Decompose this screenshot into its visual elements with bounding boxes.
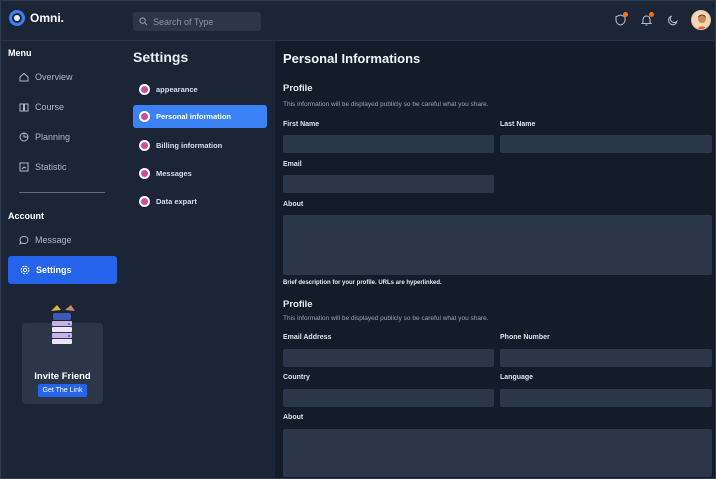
search-input[interactable] — [153, 16, 253, 27]
sidebar-item-message[interactable]: Message — [19, 233, 72, 247]
settings-item-label: Data expart — [156, 197, 197, 206]
language-label: Language — [500, 374, 534, 381]
about-textarea[interactable] — [283, 215, 712, 275]
sidebar-item-label: Statistic — [35, 162, 67, 172]
notification-dot — [623, 12, 628, 17]
profile-description: This information will be displayed publi… — [283, 101, 489, 108]
book-icon — [19, 103, 29, 112]
phone-number-label: Phone Number — [500, 334, 550, 341]
settings-item-label: Billing information — [156, 141, 223, 150]
gear-icon — [20, 265, 30, 275]
search-icon — [139, 17, 148, 26]
about-label: About — [283, 201, 304, 208]
sidebar: Menu Overview Course Planning Statistic … — [1, 41, 123, 478]
sidebar-item-label: Overview — [35, 72, 73, 82]
chart-icon — [19, 162, 29, 172]
about-textarea-2[interactable] — [283, 429, 712, 477]
sidebar-item-course[interactable]: Course — [19, 100, 64, 114]
settings-item-icon — [139, 84, 150, 95]
country-field[interactable] — [283, 389, 494, 407]
settings-title: Settings — [133, 49, 189, 65]
avatar[interactable] — [691, 10, 711, 30]
logo[interactable]: Omni. — [9, 10, 64, 26]
invite-card: Invite Friend Get The Link — [22, 305, 103, 404]
chat-icon — [19, 235, 29, 245]
menu-title: Menu — [8, 48, 32, 58]
sidebar-item-statistic[interactable]: Statistic — [19, 160, 67, 174]
sidebar-divider — [19, 192, 105, 193]
app-name: Omni. — [30, 11, 65, 25]
account-title: Account — [8, 211, 44, 221]
search-bar[interactable] — [133, 12, 261, 31]
get-link-button[interactable]: Get The Link — [38, 384, 87, 397]
sidebar-item-label: Settings — [36, 265, 72, 275]
last-name-label: Last Name — [500, 121, 536, 128]
sidebar-item-label: Planning — [35, 132, 71, 142]
phone-number-field[interactable] — [500, 349, 712, 367]
email-address-field[interactable] — [283, 349, 494, 367]
moon-icon[interactable] — [665, 13, 679, 27]
invite-title: Invite Friend — [34, 371, 91, 382]
settings-item-billing-information[interactable]: Billing information — [133, 134, 267, 157]
settings-item-label: Messages — [156, 169, 192, 178]
home-icon — [19, 72, 29, 82]
settings-item-data-export[interactable]: Data expart — [133, 190, 267, 213]
country-label: Country — [283, 374, 310, 381]
settings-item-icon — [139, 196, 150, 207]
bell-icon[interactable] — [639, 12, 654, 27]
sidebar-item-settings[interactable]: Settings — [8, 256, 117, 284]
first-name-field[interactable] — [283, 135, 494, 153]
sidebar-item-label: Course — [35, 102, 65, 112]
top-bar: Omni. — [1, 1, 715, 41]
settings-nav: Settings appearance Personal information… — [123, 41, 275, 478]
sidebar-item-overview[interactable]: Overview — [19, 70, 73, 84]
settings-item-personal-information[interactable]: Personal information — [133, 105, 267, 128]
email-address-label: Email Address — [283, 334, 332, 341]
about-label-2: About — [283, 414, 304, 421]
page-title: Personal Informations — [283, 51, 421, 66]
personal-info-panel: Personal Informations Profile This infor… — [275, 41, 715, 478]
profile-heading: Profile — [283, 83, 313, 94]
first-name-label: First Name — [283, 121, 320, 128]
settings-item-label: Personal information — [156, 112, 232, 121]
settings-item-icon — [139, 111, 150, 122]
profile-description-2: This information will be displayed publi… — [283, 315, 489, 322]
language-field[interactable] — [500, 389, 712, 407]
app-window: Omni. Search of Type Menu Overview Cours… — [0, 0, 716, 479]
settings-item-icon — [139, 168, 150, 179]
pie-chart-icon — [19, 132, 29, 142]
top-icons — [613, 10, 711, 30]
settings-item-appearance[interactable]: appearance — [133, 78, 267, 101]
logo-icon — [9, 10, 25, 26]
sidebar-item-planning[interactable]: Planning — [19, 130, 70, 144]
last-name-field[interactable] — [500, 135, 712, 153]
shield-icon[interactable] — [613, 12, 628, 27]
email-label: Email — [283, 161, 302, 168]
settings-item-label: appearance — [156, 85, 198, 94]
notification-dot — [649, 12, 654, 17]
profile-heading-2: Profile — [283, 299, 313, 310]
sidebar-item-label: Message — [35, 235, 72, 245]
books-illustration-icon — [51, 305, 75, 344]
about-hint: Brief description for your profile. URLs… — [283, 280, 442, 286]
settings-item-messages[interactable]: Messages — [133, 162, 267, 185]
email-field[interactable] — [283, 175, 494, 193]
settings-item-icon — [139, 140, 150, 151]
